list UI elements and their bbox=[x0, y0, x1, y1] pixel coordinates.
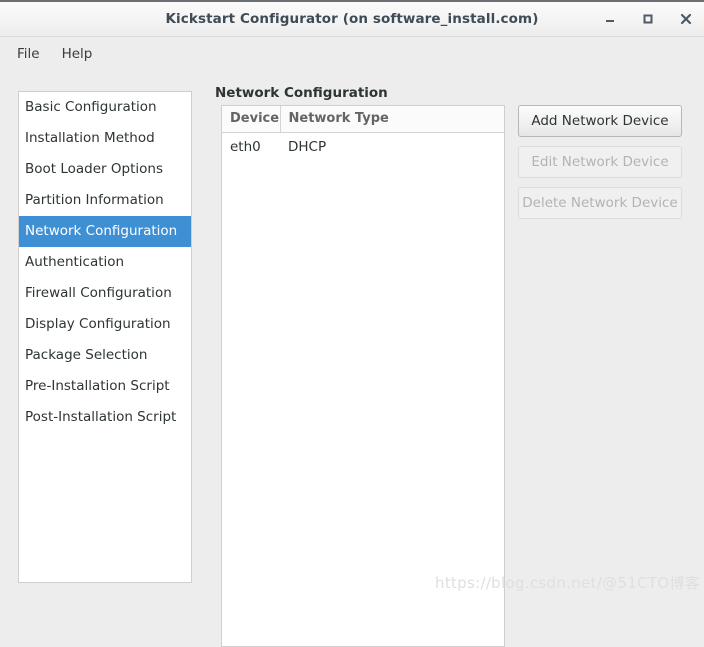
network-device-table-frame[interactable]: Device Network Type eth0 DHCP bbox=[221, 105, 505, 647]
close-icon bbox=[680, 13, 692, 25]
page-title: Network Configuration bbox=[215, 85, 388, 101]
application-window: Kickstart Configurator (on software_inst… bbox=[0, 0, 704, 647]
minimize-button[interactable] bbox=[600, 9, 620, 29]
column-header-device[interactable]: Device bbox=[222, 106, 281, 133]
device-action-buttons: Add Network Device Edit Network Device D… bbox=[518, 105, 682, 219]
sidebar-item-basic-configuration[interactable]: Basic Configuration bbox=[19, 92, 191, 123]
column-header-network-type[interactable]: Network Type bbox=[280, 106, 504, 133]
main-area: Basic Configuration Installation Method … bbox=[0, 71, 704, 647]
edit-network-device-button[interactable]: Edit Network Device bbox=[518, 146, 682, 178]
minimize-icon bbox=[606, 20, 614, 22]
table-body: eth0 DHCP bbox=[222, 132, 504, 162]
close-button[interactable] bbox=[676, 9, 696, 29]
menu-item-file[interactable]: File bbox=[8, 43, 49, 65]
sidebar-item-pre-installation-script[interactable]: Pre-Installation Script bbox=[19, 371, 191, 402]
sidebar-item-package-selection[interactable]: Package Selection bbox=[19, 340, 191, 371]
network-device-table: Device Network Type eth0 DHCP bbox=[222, 106, 504, 162]
sidebar-item-post-installation-script[interactable]: Post-Installation Script bbox=[19, 402, 191, 433]
table-row[interactable]: eth0 DHCP bbox=[222, 132, 504, 162]
sidebar-item-boot-loader-options[interactable]: Boot Loader Options bbox=[19, 154, 191, 185]
add-network-device-button[interactable]: Add Network Device bbox=[518, 105, 682, 137]
menu-item-help[interactable]: Help bbox=[53, 43, 102, 65]
table-header-row: Device Network Type bbox=[222, 106, 504, 133]
menu-bar: File Help bbox=[0, 37, 704, 71]
maximize-button[interactable] bbox=[638, 9, 658, 29]
table-header: Device Network Type bbox=[222, 106, 504, 133]
sidebar-item-authentication[interactable]: Authentication bbox=[19, 247, 191, 278]
cell-device: eth0 bbox=[230, 139, 261, 156]
window-title: Kickstart Configurator (on software_inst… bbox=[165, 11, 539, 27]
delete-network-device-button[interactable]: Delete Network Device bbox=[518, 187, 682, 219]
window-controls bbox=[600, 2, 696, 36]
sidebar-item-installation-method[interactable]: Installation Method bbox=[19, 123, 191, 154]
sidebar-item-partition-information[interactable]: Partition Information bbox=[19, 185, 191, 216]
sidebar-item-display-configuration[interactable]: Display Configuration bbox=[19, 309, 191, 340]
cell-network-type: DHCP bbox=[288, 139, 327, 156]
maximize-icon bbox=[643, 14, 653, 24]
title-bar: Kickstart Configurator (on software_inst… bbox=[0, 2, 704, 37]
sidebar-list[interactable]: Basic Configuration Installation Method … bbox=[18, 91, 192, 583]
sidebar-item-network-configuration[interactable]: Network Configuration bbox=[19, 216, 191, 247]
sidebar-item-firewall-configuration[interactable]: Firewall Configuration bbox=[19, 278, 191, 309]
